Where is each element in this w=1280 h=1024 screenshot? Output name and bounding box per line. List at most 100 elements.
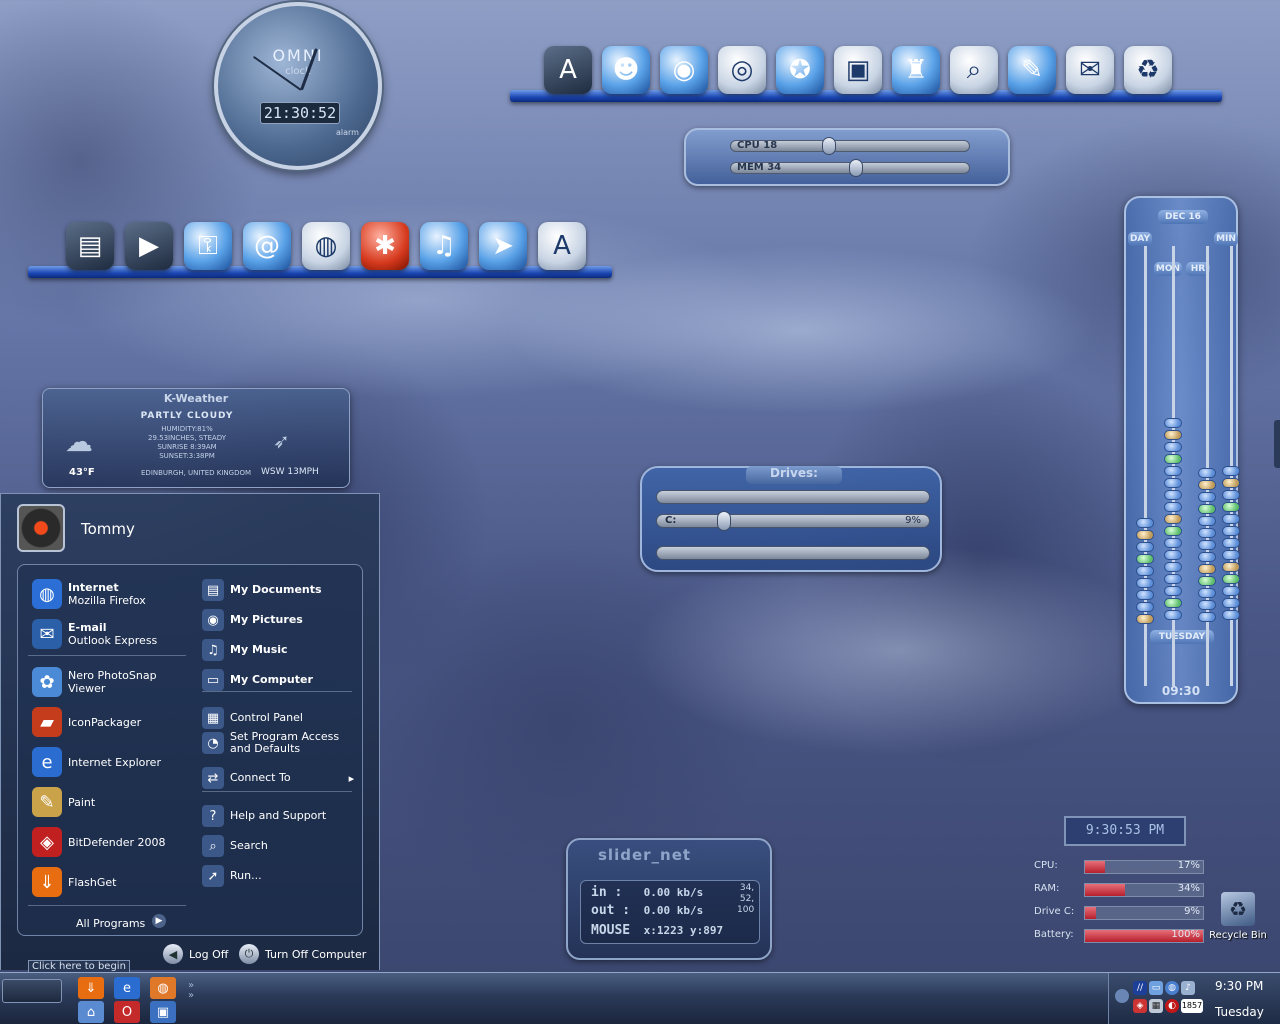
abacus-bead[interactable] <box>1198 588 1216 598</box>
abacus-bead[interactable] <box>1164 550 1182 560</box>
abacus-bead[interactable] <box>1198 552 1216 562</box>
start-item-run[interactable]: ➚ Run... <box>202 865 262 887</box>
abacus-bead[interactable] <box>1222 526 1240 536</box>
abacus-bead[interactable] <box>1222 586 1240 596</box>
abacus-bead[interactable] <box>1136 566 1154 576</box>
all-programs-arrow-icon[interactable]: ▶ <box>152 914 166 928</box>
acrobat-icon[interactable]: A <box>544 46 592 94</box>
clock-alarm-label[interactable]: alarm <box>336 128 359 137</box>
abacus-bead[interactable] <box>1222 466 1240 476</box>
abacus-bead[interactable] <box>1222 538 1240 548</box>
start-item-set-program-access[interactable]: ◔ Set Program Access and Defaults <box>202 731 348 755</box>
start-item-my-computer[interactable]: ▭ My Computer <box>202 669 313 691</box>
abacus-bead[interactable] <box>1164 562 1182 572</box>
music-icon[interactable]: ♫ <box>420 222 468 270</box>
gimp-icon[interactable]: ✎ <box>1008 46 1056 94</box>
firefox-icon[interactable]: ✪ <box>776 46 824 94</box>
abacus-bead[interactable] <box>1198 468 1216 478</box>
abacus-bead[interactable] <box>1164 586 1182 596</box>
tray-counter-badge[interactable]: 1857 <box>1181 999 1203 1013</box>
tray-opera-icon[interactable]: ◐ <box>1165 999 1179 1013</box>
messenger-robot-icon[interactable]: ☻ <box>602 46 650 94</box>
abacus-bead[interactable] <box>1198 492 1216 502</box>
desktop-quicklaunch[interactable]: ▣ <box>150 1001 176 1023</box>
tray-app-icon[interactable]: // <box>1133 981 1147 995</box>
webcam-icon[interactable]: ◎ <box>718 46 766 94</box>
abacus-bead[interactable] <box>1222 598 1240 608</box>
log-off-button[interactable]: ◀ Log Off <box>163 944 228 964</box>
tray-network-icon[interactable]: ◍ <box>1165 981 1179 995</box>
side-panel-handle[interactable] <box>1274 420 1280 468</box>
drive-c-knob[interactable] <box>716 511 731 531</box>
abacus-bead[interactable] <box>1222 610 1240 620</box>
flashget-quicklaunch[interactable]: ⇓ <box>78 977 104 999</box>
start-button[interactable] <box>2 979 62 1003</box>
network-quicklaunch[interactable]: ⌂ <box>78 1001 104 1023</box>
abacus-bead[interactable] <box>1164 598 1182 608</box>
abacus-bead[interactable] <box>1136 554 1154 564</box>
robot-icon[interactable]: ◉ <box>660 46 708 94</box>
abacus-bead[interactable] <box>1198 540 1216 550</box>
start-item-bitdefender[interactable]: ◈ BitDefender 2008 <box>32 827 166 857</box>
abacus-bead[interactable] <box>1164 538 1182 548</box>
abacus-bead[interactable] <box>1136 578 1154 588</box>
abacus-clock-gadget[interactable]: DEC 16 DAY MIN MON HR TUESDAY 09:30 <box>1124 196 1240 704</box>
joystick-icon[interactable]: ♜ <box>892 46 940 94</box>
taskbar-clock[interactable]: 9:30 PM <box>1215 979 1263 993</box>
start-item-control-panel[interactable]: ▦ Control Panel <box>202 707 303 729</box>
abacus-bead[interactable] <box>1198 600 1216 610</box>
messenger-plane-icon[interactable]: ➤ <box>479 222 527 270</box>
abacus-bead[interactable] <box>1222 550 1240 560</box>
abacus-bead[interactable] <box>1222 478 1240 488</box>
abacus-bead[interactable] <box>1136 614 1154 624</box>
start-item-help-and-support[interactable]: ? Help and Support <box>202 805 326 827</box>
recycle-bin-icon[interactable]: ♻ <box>1124 46 1172 94</box>
start-item-flashget[interactable]: ⇓ FlashGet <box>32 867 116 897</box>
task-manager-icon[interactable]: ▤ <box>66 222 114 270</box>
abacus-bead[interactable] <box>1164 478 1182 488</box>
abacus-bead[interactable] <box>1198 480 1216 490</box>
start-item-paint[interactable]: ✎ Paint <box>32 787 95 817</box>
abacus-bead[interactable] <box>1198 612 1216 622</box>
start-item-my-pictures[interactable]: ◉ My Pictures <box>202 609 303 631</box>
mem-knob[interactable] <box>848 159 863 177</box>
abacus-bead[interactable] <box>1222 574 1240 584</box>
abacus-bead[interactable] <box>1222 490 1240 500</box>
opera-quicklaunch[interactable]: O <box>114 1001 140 1023</box>
abacus-bead[interactable] <box>1198 528 1216 538</box>
abacus-bead[interactable] <box>1136 530 1154 540</box>
abacus-bead[interactable] <box>1164 466 1182 476</box>
user-avatar[interactable] <box>17 504 65 552</box>
abacus-bead[interactable] <box>1164 442 1182 452</box>
taskbar-day[interactable]: Tuesday <box>1215 1005 1264 1019</box>
firefox-quicklaunch[interactable]: ◍ <box>150 977 176 999</box>
abacus-bead[interactable] <box>1164 454 1182 464</box>
tray-monitor-icon[interactable]: ▭ <box>1149 981 1163 995</box>
photos-icon[interactable]: ▣ <box>834 46 882 94</box>
start-item-internet[interactable]: ◍ Internet Mozilla Firefox <box>32 579 146 609</box>
recycle-bin[interactable]: ♻ Recycle Bin <box>1206 892 1270 941</box>
abacus-bead[interactable] <box>1222 514 1240 524</box>
abacus-bead[interactable] <box>1198 504 1216 514</box>
quick-launch-grip[interactable]: »» <box>188 981 196 1017</box>
start-item-internet-explorer[interactable]: e Internet Explorer <box>32 747 161 777</box>
abacus-bead[interactable] <box>1164 514 1182 524</box>
tray-shield-icon[interactable]: ◈ <box>1133 999 1147 1013</box>
abacus-bead[interactable] <box>1164 418 1182 428</box>
game-icon[interactable]: ✱ <box>361 222 409 270</box>
pdf-icon[interactable]: A <box>538 222 586 270</box>
start-item-iconpackager[interactable]: ▰ IconPackager <box>32 707 141 737</box>
abacus-bead[interactable] <box>1136 602 1154 612</box>
email-icon[interactable]: @ <box>243 222 291 270</box>
abacus-bead[interactable] <box>1164 430 1182 440</box>
abacus-bead[interactable] <box>1222 562 1240 572</box>
start-item-nero-photosnap[interactable]: ✿ Nero PhotoSnap Viewer <box>32 667 188 697</box>
globe-icon[interactable]: ◍ <box>302 222 350 270</box>
start-item-search[interactable]: ⌕ Search <box>202 835 268 857</box>
abacus-bead[interactable] <box>1136 590 1154 600</box>
tray-orb-icon[interactable] <box>1115 989 1129 1003</box>
start-item-my-music[interactable]: ♫ My Music <box>202 639 288 661</box>
abacus-bead[interactable] <box>1164 574 1182 584</box>
tray-cube-icon[interactable]: ▦ <box>1149 999 1163 1013</box>
abacus-bead[interactable] <box>1222 502 1240 512</box>
